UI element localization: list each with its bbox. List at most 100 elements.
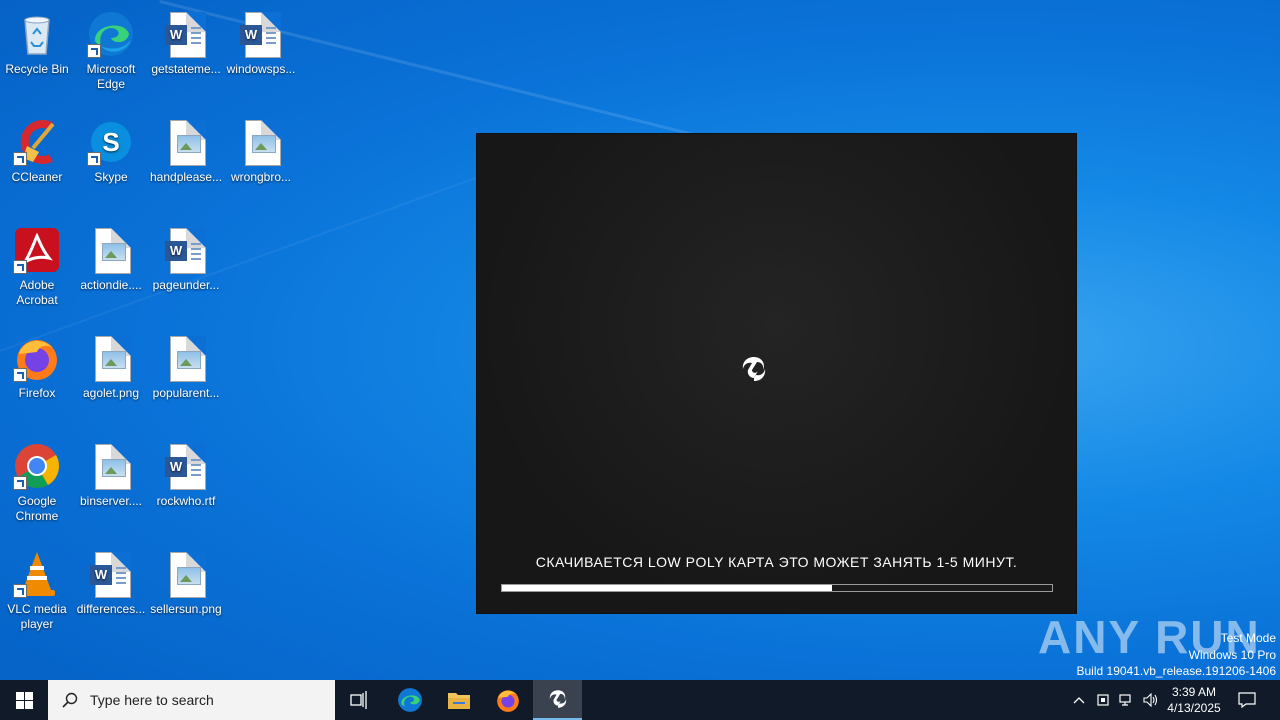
download-progress-bar	[501, 584, 1053, 592]
desktop-icon-word-document[interactable]: W getstateme...	[149, 6, 223, 110]
network-icon	[1119, 694, 1131, 706]
desktop-icon-label: wrongbro...	[230, 170, 292, 184]
ccleaner-icon	[13, 118, 61, 166]
desktop-icon-label: handplease...	[150, 170, 223, 184]
desktop-icon-label: rockwho.rtf	[156, 494, 216, 508]
svg-text:S: S	[102, 127, 119, 157]
desktop-icon-vlc[interactable]: VLC media player	[0, 546, 74, 650]
desktop-icon-label: windowsps...	[226, 62, 296, 76]
desktop-icon-label: sellersun.png	[150, 602, 222, 616]
taskbar-search-box[interactable]: Type here to search	[48, 680, 335, 720]
desktop-icon-recycle-bin[interactable]: Recycle Bin	[0, 6, 74, 110]
desktop-icon-label: getstateme...	[151, 62, 221, 76]
show-hidden-icons-button[interactable]	[1068, 680, 1090, 720]
desktop-icon-image-file[interactable]: actiondie....	[74, 222, 148, 326]
firefox-icon	[497, 690, 519, 712]
desktop-icon-word-document[interactable]: W differences...	[74, 546, 148, 650]
skype-icon: S	[87, 118, 135, 166]
edge-icon	[87, 10, 135, 58]
taskbar-file-explorer-button[interactable]	[434, 680, 484, 720]
desktop-icon-microsoft-edge[interactable]: Microsoft Edge	[74, 6, 148, 110]
desktop-icon-label: differences...	[76, 602, 146, 616]
game-logo-icon	[549, 690, 566, 708]
download-progress-fill	[502, 585, 832, 591]
taskbar-firefox-button[interactable]	[484, 680, 532, 720]
taskbar-game-button[interactable]	[533, 680, 582, 720]
firefox-icon	[13, 334, 61, 382]
loading-status-text: СКАЧИВАЕТСЯ LOW POLY КАРТА ЭТО МОЖЕТ ЗАН…	[535, 554, 1018, 570]
adobe-acrobat-icon	[13, 226, 61, 274]
desktop-icon-google-chrome[interactable]: Google Chrome	[0, 438, 74, 542]
edge-icon	[398, 688, 422, 712]
taskbar-edge-button[interactable]	[386, 680, 434, 720]
desktop-icon-label: binserver....	[79, 494, 143, 508]
folder-icon	[448, 693, 470, 709]
tray-device-icon-button[interactable]	[1092, 680, 1114, 720]
desktop-icon-label: CCleaner	[11, 170, 63, 184]
desktop-icon-label: agolet.png	[82, 386, 140, 400]
desktop-icon-word-document[interactable]: W pageunder...	[149, 222, 223, 326]
task-view-icon	[350, 691, 367, 709]
desktop-icon-word-document[interactable]: W rockwho.rtf	[149, 438, 223, 542]
windows-edition-text: Windows 10 Pro	[1188, 647, 1276, 662]
image-file-icon	[162, 334, 210, 382]
desktop-icon-label: Skype	[94, 170, 128, 184]
desktop-icon-label: popularent...	[152, 386, 220, 400]
desktop-icon-label: VLC media player	[7, 602, 67, 631]
word-document-icon: W	[237, 10, 285, 58]
image-file-icon	[87, 226, 135, 274]
chrome-icon	[13, 442, 61, 490]
clock-date: 4/13/2025	[1167, 701, 1221, 715]
desktop-icon-skype[interactable]: S Skype	[74, 114, 148, 218]
desktop-icon-word-document[interactable]: W windowsps...	[224, 6, 298, 110]
word-document-icon: W	[162, 10, 210, 58]
desktop-icon-ccleaner[interactable]: CCleaner	[0, 114, 74, 218]
build-text: Build 19041.vb_release.191206-1406	[1076, 664, 1277, 678]
start-button[interactable]	[0, 680, 48, 720]
desktop-icon-label: actiondie....	[80, 278, 142, 292]
search-placeholder: Type here to search	[90, 692, 214, 708]
game-logo-icon	[739, 354, 769, 384]
desktop-icon-image-file[interactable]: agolet.png	[74, 330, 148, 434]
desktop-icon-image-file[interactable]: popularent...	[149, 330, 223, 434]
game-loading-window[interactable]: СКАЧИВАЕТСЯ LOW POLY КАРТА ЭТО МОЖЕТ ЗАН…	[476, 133, 1077, 614]
desktop-icon-image-file[interactable]: binserver....	[74, 438, 148, 542]
image-file-icon	[162, 118, 210, 166]
network-button[interactable]	[1116, 680, 1138, 720]
desktop-icon-label: Recycle Bin	[5, 62, 69, 76]
desktop-icon-image-file[interactable]: wrongbro...	[224, 114, 298, 218]
desktop-icon-image-file[interactable]: sellersun.png	[149, 546, 223, 650]
shortcut-arrow-icon	[13, 152, 27, 166]
shortcut-arrow-icon	[87, 152, 101, 166]
desktop-icon-label: Google Chrome	[15, 494, 59, 523]
image-file-icon	[237, 118, 285, 166]
clock-time: 3:39 AM	[1171, 685, 1217, 699]
device-icon	[1097, 694, 1109, 706]
vlc-icon	[13, 550, 61, 598]
desktop-icon-label: Firefox	[18, 386, 56, 400]
image-file-icon	[87, 442, 135, 490]
volume-button[interactable]	[1140, 680, 1162, 720]
task-view-button[interactable]	[336, 680, 384, 720]
action-center-button[interactable]	[1232, 680, 1262, 720]
test-mode-text: Test Mode	[1220, 631, 1276, 645]
taskbar-clock[interactable]: 3:39 AM 4/13/2025	[1160, 680, 1228, 720]
chevron-up-icon	[1073, 697, 1085, 704]
desktop-icon-firefox[interactable]: Firefox	[0, 330, 74, 434]
word-document-icon: W	[162, 442, 210, 490]
notification-icon	[1238, 692, 1256, 708]
desktop-icon-image-file[interactable]: handplease...	[149, 114, 223, 218]
image-file-icon	[162, 550, 210, 598]
taskbar: Type here to search 3:39 AM 4/13/2025	[0, 680, 1280, 720]
desktop-icon-label: Adobe Acrobat	[16, 278, 58, 307]
shortcut-arrow-icon	[13, 260, 27, 274]
volume-icon	[1143, 693, 1158, 707]
shortcut-arrow-icon	[13, 476, 27, 490]
desktop-icon-adobe-acrobat[interactable]: Adobe Acrobat	[0, 222, 74, 326]
windows-logo-icon	[15, 691, 33, 709]
word-document-icon: W	[87, 550, 135, 598]
word-document-icon: W	[162, 226, 210, 274]
search-icon	[62, 692, 78, 708]
shortcut-arrow-icon	[13, 584, 27, 598]
system-info: Test Mode Windows 10 Pro Build 19041.vb_…	[1077, 630, 1277, 680]
